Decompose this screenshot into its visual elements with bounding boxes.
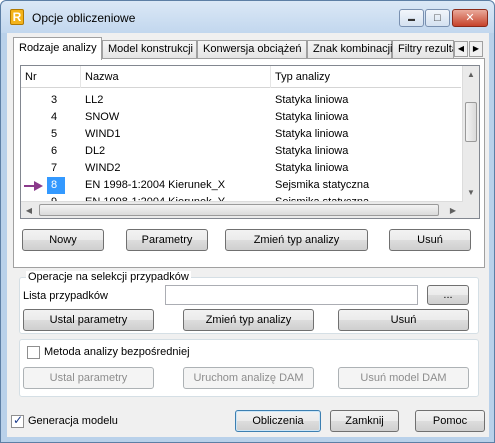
scroll-up-icon[interactable]: ▲ — [463, 66, 479, 83]
column-header-typ-analizy[interactable]: Typ analizy — [271, 66, 461, 88]
case-list-input[interactable] — [165, 285, 418, 305]
tab-model-konstrukcji[interactable]: Model konstrukcji — [102, 40, 197, 59]
row-name: LL2 — [85, 94, 104, 106]
list-header: Nr Nazwa Typ analizy — [21, 66, 461, 88]
chevron-left-icon: ◀ — [457, 44, 465, 53]
row-name: DL2 — [85, 145, 106, 157]
column-header-nazwa[interactable]: Nazwa — [81, 66, 271, 88]
chevron-right-icon: ▶ — [472, 44, 480, 53]
help-button[interactable]: Pomoc — [415, 410, 485, 432]
dialog-client-area: Rodzaje analizy Model konstrukcji Konwer… — [7, 33, 489, 437]
dam-set-parameters-button[interactable]: Ustal parametry — [23, 367, 154, 389]
scroll-left-icon[interactable]: ◀ — [21, 202, 37, 218]
scroll-down-icon[interactable]: ▼ — [463, 184, 479, 201]
table-row[interactable]: 3 LL2 Statyka liniowa — [21, 92, 461, 109]
model-generation-checkbox[interactable]: ✓ — [11, 413, 24, 428]
close-dialog-button[interactable]: Zamknij — [330, 410, 399, 432]
maximize-button[interactable]: □ — [425, 9, 450, 27]
scroll-right-icon[interactable]: ▶ — [445, 202, 461, 218]
list-horizontal-scrollbar[interactable]: ◀ ▶ — [21, 201, 463, 218]
selection-operations-title: Operacje na selekcji przypadków — [26, 271, 191, 283]
table-row[interactable]: 5 WIND1 Statyka liniowa — [21, 126, 461, 143]
table-row-selected[interactable]: 8 EN 1998-1:2004 Kierunek_X Sejsmika sta… — [21, 177, 461, 194]
row-type: Statyka liniowa — [275, 162, 349, 174]
dialog-window: R Opcje obliczeniowe ▬ □ ✕ Rodzaje anali… — [0, 0, 495, 443]
row-type: Statyka liniowa — [275, 111, 349, 123]
tab-konwersja-obciazen[interactable]: Konwersja obciążeń — [197, 40, 307, 59]
row-nr: 7 — [51, 162, 58, 174]
browse-cases-button[interactable]: ... — [427, 285, 469, 305]
table-row[interactable]: 6 DL2 Statyka liniowa — [21, 143, 461, 160]
row-type: Statyka liniowa — [275, 128, 349, 140]
tab-strip: Rodzaje analizy Model konstrukcji Konwer… — [13, 37, 485, 60]
horizontal-scroll-thumb[interactable] — [39, 204, 439, 216]
row-name: WIND1 — [85, 128, 121, 140]
calculate-button[interactable]: Obliczenia — [235, 410, 321, 432]
tab-scroll-right-button[interactable]: ▶ — [469, 41, 483, 57]
parameters-button[interactable]: Parametry — [126, 229, 208, 251]
row-name: SNOW — [85, 111, 120, 123]
change-analysis-type-button[interactable]: Zmień typ analizy — [225, 229, 368, 251]
list-vertical-scrollbar[interactable]: ▲ ▼ — [462, 66, 479, 218]
row-type: Sejsmika statyczna — [275, 179, 370, 191]
model-generation-label: Generacja modelu — [28, 415, 118, 427]
selection-change-type-button[interactable]: Zmień typ analizy — [183, 309, 314, 331]
row-nr: 5 — [51, 128, 58, 140]
maximize-icon: □ — [434, 12, 441, 24]
direct-analysis-checkbox[interactable] — [27, 346, 40, 359]
title-bar[interactable]: R Opcje obliczeniowe ▬ □ ✕ — [1, 1, 494, 33]
direct-analysis-label: Metoda analizy bezpośredniej — [44, 346, 190, 358]
run-dam-button[interactable]: Uruchom analizę DAM — [183, 367, 314, 389]
tab-rodzaje-analizy[interactable]: Rodzaje analizy — [13, 37, 102, 60]
new-case-button[interactable]: Nowy — [22, 229, 104, 251]
tab-panel-rodzaje-analizy: Nr Nazwa Typ analizy 3 LL2 Statyka linio… — [13, 58, 485, 268]
row-nr: 6 — [51, 145, 58, 157]
delete-case-button[interactable]: Usuń — [389, 229, 471, 251]
case-list-label: Lista przypadków — [23, 290, 108, 302]
tab-znak-kombinacji[interactable]: Znak kombinacji — [307, 40, 392, 59]
close-icon: ✕ — [465, 12, 475, 24]
row-name: EN 1998-1:2004 Kierunek_X — [85, 179, 226, 191]
selection-delete-button[interactable]: Usuń — [338, 309, 469, 331]
arrow-right-icon — [24, 181, 43, 191]
table-row[interactable]: 7 WIND2 Statyka liniowa — [21, 160, 461, 177]
close-button[interactable]: ✕ — [452, 9, 488, 27]
row-nr: 8 — [47, 177, 65, 194]
column-header-nr[interactable]: Nr — [21, 66, 81, 88]
row-type: Statyka liniowa — [275, 94, 349, 106]
delete-dam-model-button[interactable]: Usuń model DAM — [338, 367, 469, 389]
tab-scroll-left-button[interactable]: ◀ — [454, 41, 468, 57]
load-cases-list[interactable]: Nr Nazwa Typ analizy 3 LL2 Statyka linio… — [20, 65, 480, 219]
row-nr: 4 — [51, 111, 58, 123]
row-nr: 3 — [51, 94, 58, 106]
tab-filtry-rezultatow[interactable]: Filtry rezulta — [392, 40, 454, 59]
minimize-icon: ▬ — [408, 16, 415, 23]
checkmark-icon: ✓ — [13, 413, 24, 427]
selection-set-parameters-button[interactable]: Ustal parametry — [23, 309, 154, 331]
window-title: Opcje obliczeniowe — [32, 11, 136, 25]
row-type: Statyka liniowa — [275, 145, 349, 157]
vertical-scroll-thumb[interactable] — [465, 102, 477, 142]
minimize-button[interactable]: ▬ — [399, 9, 424, 27]
row-name: WIND2 — [85, 162, 121, 174]
app-icon: R — [10, 9, 24, 25]
table-row[interactable]: 4 SNOW Statyka liniowa — [21, 109, 461, 126]
